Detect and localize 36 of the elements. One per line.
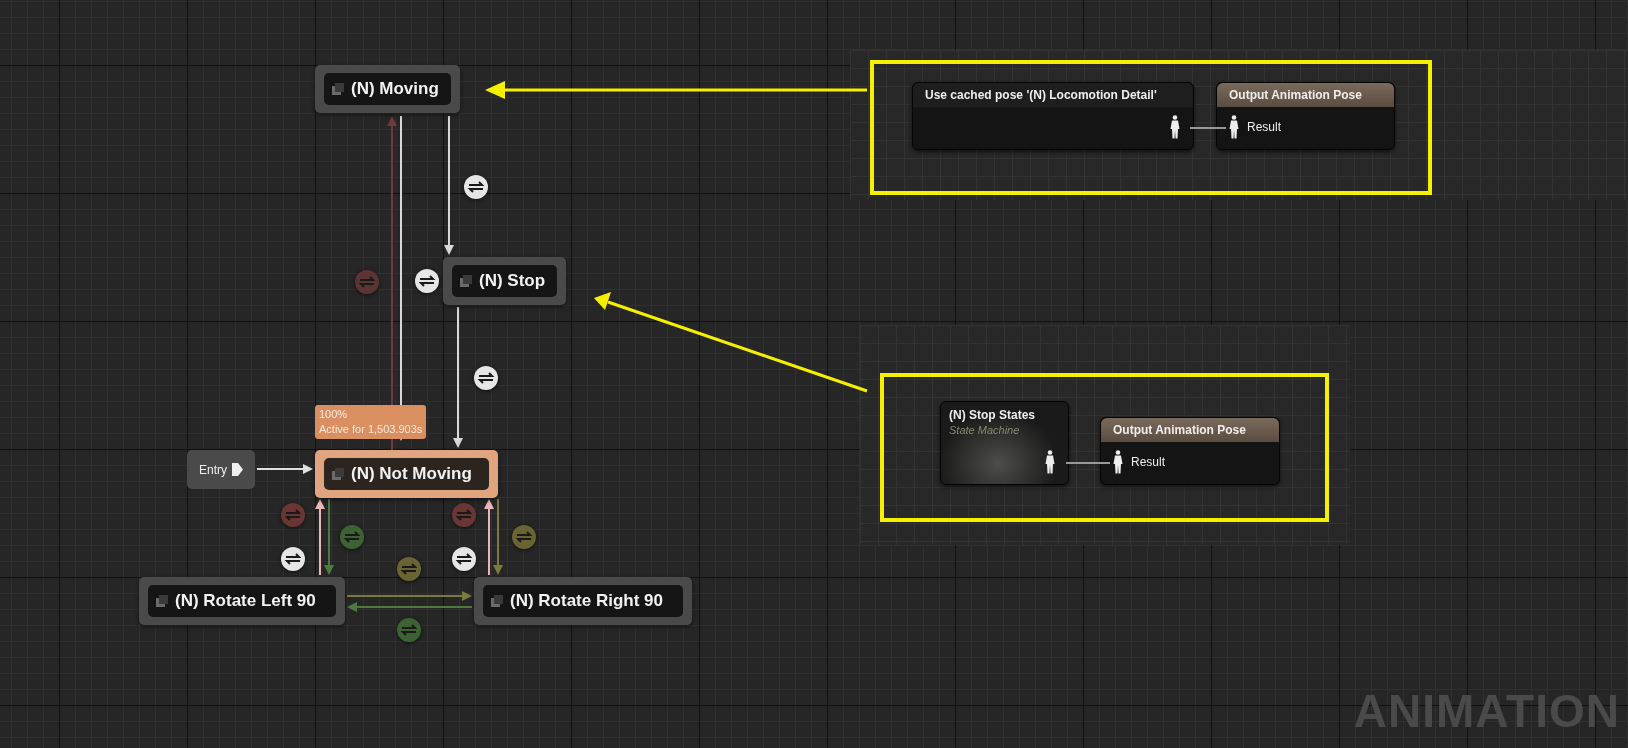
pin-label: Result [1247, 120, 1281, 134]
blend-weight: 100% [319, 407, 348, 422]
active-duration: Active for 1,503.903s [319, 422, 423, 437]
cached-pose-node[interactable]: Use cached pose '(N) Locomotion Detail' [912, 82, 1194, 150]
node-title: Output Animation Pose [1217, 83, 1394, 107]
node-title: Use cached pose '(N) Locomotion Detail' [913, 83, 1193, 107]
state-icon [332, 468, 344, 480]
node-subtitle: State Machine [948, 423, 1021, 438]
state-icon [491, 595, 503, 607]
graph-type-label: ANIMATION [1353, 684, 1620, 738]
state-title: (N) Moving [324, 73, 451, 105]
state-title: (N) Rotate Right 90 [483, 585, 683, 617]
state-node[interactable]: (N) Rotate Right 90 [474, 577, 692, 625]
state-title: (N) Rotate Left 90 [148, 585, 336, 617]
state-node[interactable]: (N) Moving [315, 65, 460, 113]
state-node[interactable]: (N) Rotate Left 90 [139, 577, 345, 625]
transition-arrow [256, 464, 313, 474]
state-node[interactable]: (N) Not Moving [315, 450, 498, 498]
state-node[interactable]: (N) Stop [443, 257, 566, 305]
pose-pin-icon[interactable] [1170, 115, 1180, 139]
state-icon [156, 595, 168, 607]
pin-label: Result [1131, 455, 1165, 469]
pose-pin-icon[interactable] [1045, 450, 1055, 474]
node-title: Output Animation Pose [1101, 418, 1279, 442]
output-pose-node[interactable]: Output Animation Pose Result [1100, 417, 1280, 485]
pose-pin-icon[interactable] [1229, 115, 1239, 139]
state-machine-node[interactable]: (N) Stop States State Machine [940, 401, 1069, 485]
state-icon [460, 275, 472, 287]
output-pose-node[interactable]: Output Animation Pose Result [1216, 82, 1395, 150]
state-title: (N) Not Moving [324, 458, 489, 490]
pose-pin-icon[interactable] [1113, 450, 1123, 474]
node-title: (N) Stop States [948, 407, 1036, 422]
state-title: (N) Stop [452, 265, 557, 297]
state-icon [332, 83, 344, 95]
entry-pin-icon [232, 463, 243, 476]
entry-node[interactable]: Entry [187, 450, 255, 489]
